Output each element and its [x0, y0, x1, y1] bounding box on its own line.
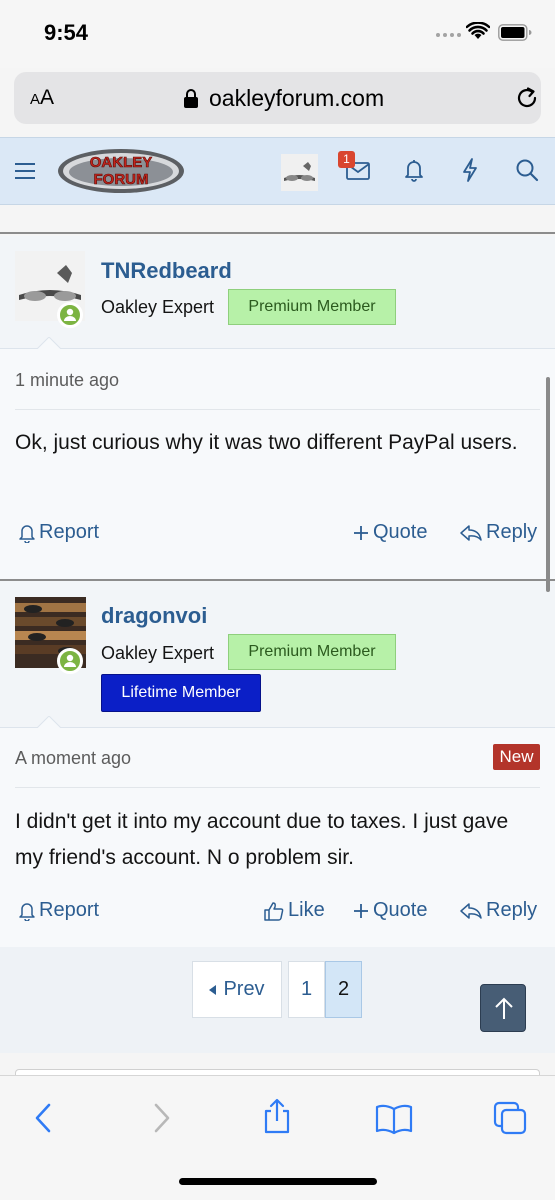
- like-button[interactable]: Like: [263, 899, 325, 922]
- user-title: Oakley Expert: [101, 297, 215, 317]
- share-icon[interactable]: [262, 1098, 292, 1134]
- status-bar: 9:54: [0, 0, 555, 68]
- signal-icon: [436, 33, 461, 37]
- premium-member-badge: Premium Member: [228, 289, 396, 325]
- post-timestamp[interactable]: A moment ago: [15, 748, 131, 769]
- menu-icon[interactable]: [15, 163, 35, 179]
- reply-label: Reply: [486, 899, 538, 921]
- report-button[interactable]: Report: [18, 521, 99, 544]
- post-user-info: dragonvoi Oakley Expert Premium Member L…: [0, 581, 555, 728]
- bell-icon[interactable]: [403, 158, 425, 182]
- online-status-icon: [57, 648, 83, 674]
- page-1-button[interactable]: 1: [288, 961, 325, 1018]
- content-top-strip: [0, 206, 555, 234]
- logo-line-2: FORUM: [94, 171, 149, 188]
- report-label: Report: [39, 899, 100, 921]
- prev-label: Prev: [223, 978, 265, 1000]
- report-label: Report: [39, 521, 100, 543]
- reply-label: Reply: [486, 521, 538, 543]
- logo-line-1: OAKLEY: [90, 154, 153, 171]
- quote-label: Quote: [373, 521, 428, 543]
- scroll-to-top-button[interactable]: [480, 984, 526, 1032]
- online-status-icon: [57, 302, 83, 328]
- address-bar[interactable]: AA oakleyforum.com: [14, 72, 541, 124]
- user-title: Oakley Expert: [101, 643, 215, 663]
- post-arrow: [36, 337, 62, 350]
- post-body: Ok, just curious why it was two differen…: [15, 431, 518, 454]
- pagination: Prev 1 2: [0, 947, 555, 1053]
- post: TNRedbeard Oakley Expert Premium Member …: [0, 236, 555, 579]
- new-badge: New: [493, 744, 540, 770]
- divider: [15, 787, 540, 788]
- report-button[interactable]: Report: [18, 899, 99, 922]
- page-2-button[interactable]: 2: [325, 961, 362, 1018]
- premium-member-badge: Premium Member: [228, 634, 396, 670]
- reply-button[interactable]: Reply: [459, 521, 537, 544]
- whats-new-bolt-icon[interactable]: [460, 157, 480, 183]
- post-body: I didn't get it into my account due to t…: [15, 810, 509, 869]
- lock-icon: [184, 89, 198, 108]
- forward-icon[interactable]: [152, 1103, 172, 1133]
- like-label: Like: [288, 899, 325, 921]
- battery-icon: [498, 24, 532, 41]
- divider: [15, 409, 540, 410]
- post-arrow: [36, 716, 62, 729]
- quote-button[interactable]: Quote: [352, 899, 427, 922]
- search-icon[interactable]: [515, 158, 539, 182]
- status-time: 9:54: [44, 20, 89, 45]
- arrow-up-icon: [495, 997, 513, 1019]
- reply-button[interactable]: Reply: [459, 899, 537, 922]
- tabs-icon[interactable]: [493, 1101, 527, 1135]
- prev-page-button[interactable]: Prev: [192, 961, 282, 1018]
- post: dragonvoi Oakley Expert Premium Member L…: [0, 581, 555, 947]
- username[interactable]: dragonvoi: [101, 603, 207, 629]
- caret-left-icon: [209, 984, 217, 995]
- reader-aa-button[interactable]: AA: [30, 86, 54, 110]
- post-user-info: TNRedbeard Oakley Expert Premium Member: [0, 236, 555, 349]
- wifi-icon: [466, 22, 490, 39]
- inbox-badge: 1: [338, 151, 355, 168]
- post-timestamp[interactable]: 1 minute ago: [15, 370, 119, 391]
- forum-logo[interactable]: OAKLEY FORUM: [57, 146, 185, 196]
- reload-icon[interactable]: [514, 85, 540, 111]
- account-avatar[interactable]: [281, 154, 318, 191]
- home-indicator[interactable]: [179, 1178, 377, 1185]
- url-text[interactable]: oakleyforum.com: [209, 85, 384, 112]
- bookmarks-icon[interactable]: [375, 1103, 413, 1135]
- quote-button[interactable]: Quote: [352, 521, 427, 544]
- quote-label: Quote: [373, 899, 428, 921]
- back-icon[interactable]: [33, 1103, 53, 1133]
- scrollbar[interactable]: [546, 377, 550, 592]
- username[interactable]: TNRedbeard: [101, 258, 232, 284]
- lifetime-member-badge: Lifetime Member: [101, 674, 261, 712]
- forum-header: OAKLEY FORUM 1: [0, 137, 555, 205]
